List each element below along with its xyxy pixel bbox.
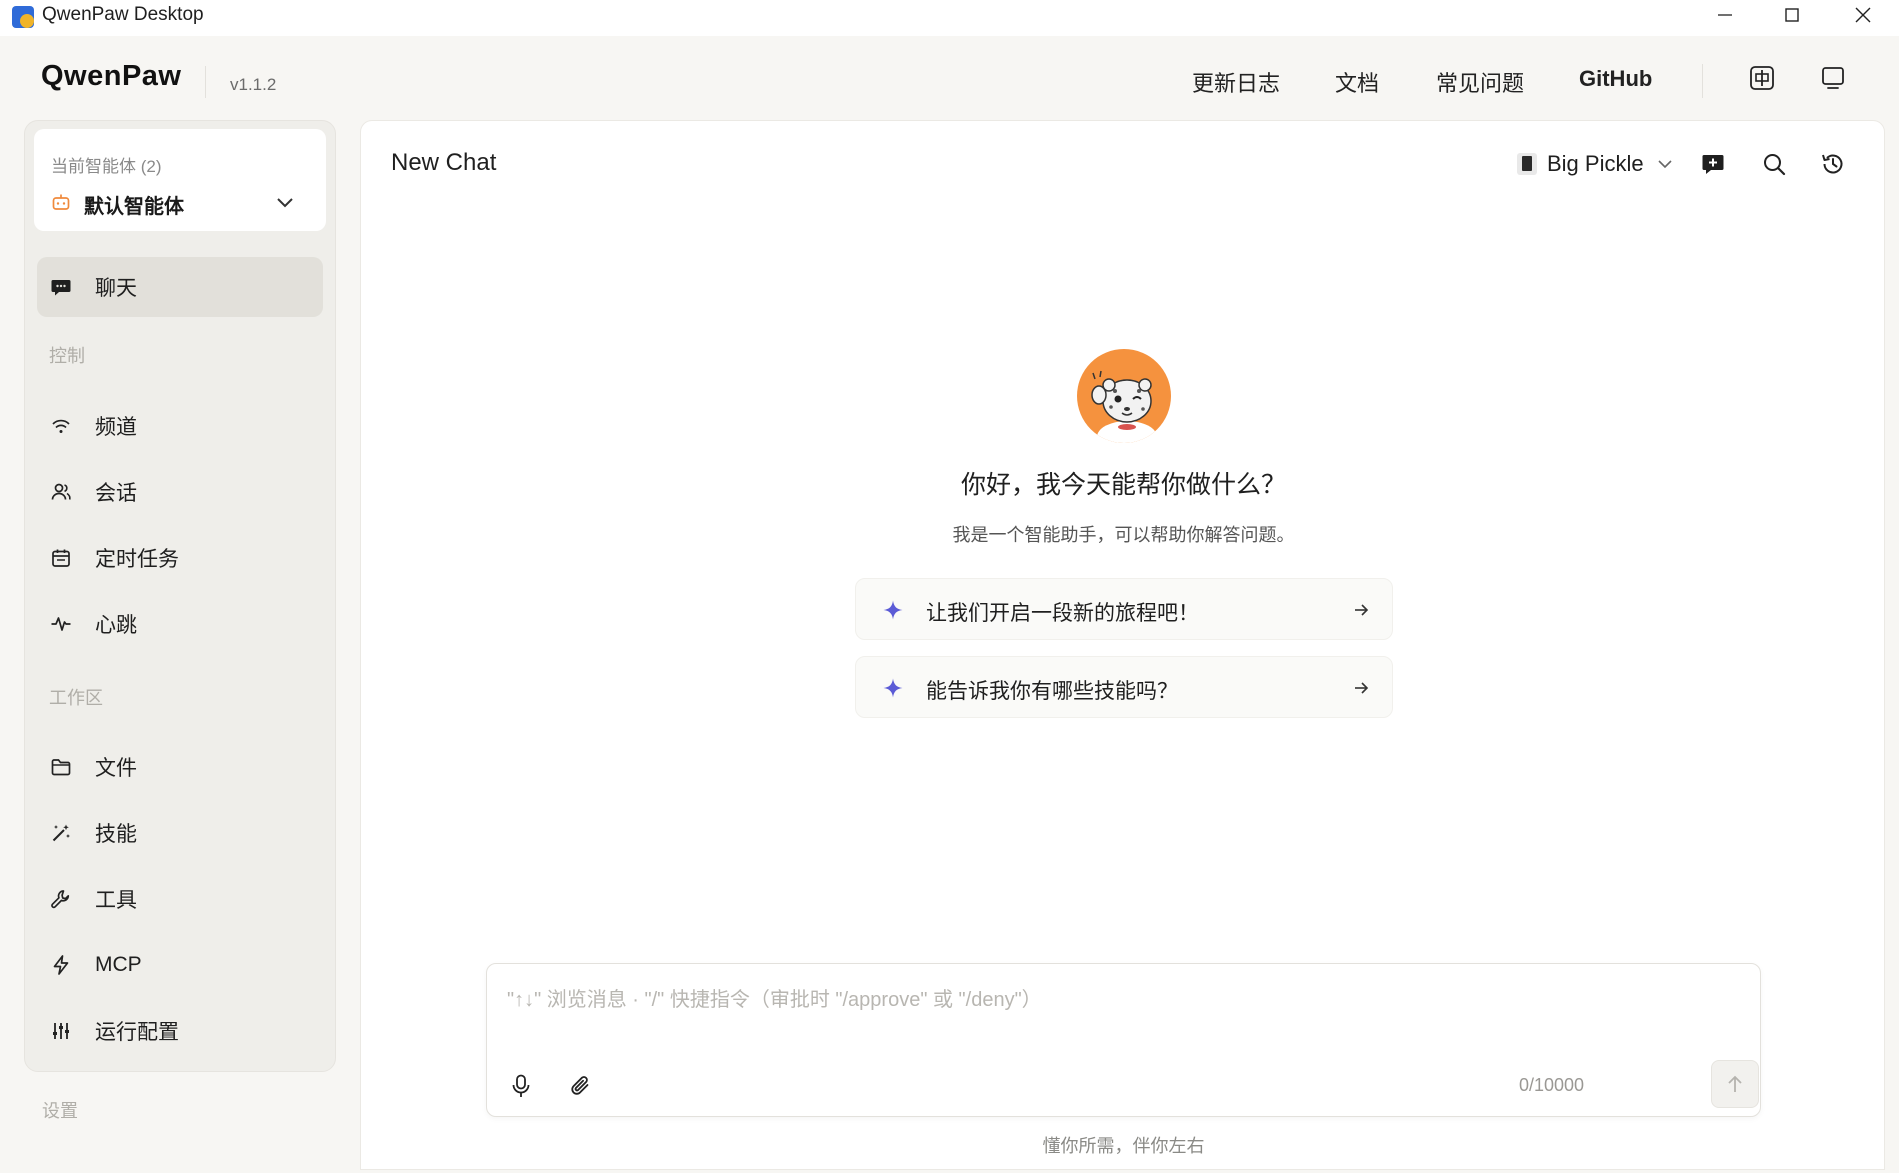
sidebar-item-label: 会话 (95, 482, 137, 505)
suggested-prompt-text: 让我们开启一段新的旅程吧！ (926, 602, 1199, 625)
welcome-greeting: 你好，我今天能帮你做什么？ (960, 471, 1286, 499)
sidebar-item-label: 定时任务 (95, 548, 179, 571)
snow-leopard-mascot-icon (1091, 370, 1157, 443)
sidebar-item-channels[interactable]: 频道 (37, 396, 323, 456)
sidebar-item-label: 工具 (95, 889, 137, 912)
nav-github-link[interactable]: GitHub (1579, 66, 1652, 92)
calendar-icon (50, 547, 72, 569)
section-label-control: 控制 (49, 346, 85, 366)
history-icon (1822, 154, 1843, 174)
assistant-avatar (1077, 349, 1171, 443)
sidebar-item-label: 聊天 (95, 277, 137, 300)
sidebar-item-label: 心跳 (95, 614, 137, 637)
lightning-icon (50, 954, 72, 976)
agent-caption: 当前智能体 (2) (51, 157, 162, 176)
close-button[interactable] (1828, 0, 1898, 30)
sidebar: 当前智能体 (2) 默认智能体 聊天 控制 频道 会话 定时任务 心跳 工作区 … (24, 120, 336, 1072)
header-divider (205, 66, 206, 98)
sidebar-item-label: 文件 (95, 757, 137, 780)
paperclip-icon (571, 1076, 589, 1095)
search-icon (1764, 154, 1786, 176)
language-icon (1750, 66, 1774, 90)
version-label: v1.1.2 (230, 75, 277, 94)
sidebar-item-scheduled-tasks[interactable]: 定时任务 (37, 528, 323, 588)
microphone-icon (512, 1074, 530, 1097)
send-button[interactable] (1711, 1060, 1759, 1108)
new-chat-button[interactable] (1698, 149, 1728, 179)
maximize-icon (1785, 8, 1799, 22)
section-label-workspace: 工作区 (49, 688, 103, 708)
message-input[interactable] (507, 982, 1737, 1018)
arrow-right-icon (1355, 604, 1369, 616)
model-selector[interactable]: Big Pickle (1517, 147, 1674, 181)
header-divider (1702, 64, 1703, 98)
robot-icon (52, 194, 70, 210)
sparkle-icon (883, 678, 903, 698)
maximize-button[interactable] (1757, 0, 1827, 30)
sidebar-item-files[interactable]: 文件 (37, 737, 323, 797)
arrow-up-icon (1728, 1075, 1742, 1092)
sidebar-item-heartbeat[interactable]: 心跳 (37, 594, 323, 654)
sidebar-item-label: 频道 (95, 416, 137, 439)
wrench-icon (50, 888, 72, 910)
section-label-settings[interactable]: 设置 (42, 1097, 78, 1123)
magic-wand-icon (50, 822, 72, 844)
sidebar-item-run-config[interactable]: 运行配置 (37, 1001, 323, 1061)
nav-changelog-link[interactable]: 更新日志 (1192, 66, 1280, 98)
model-name: Big Pickle (1547, 151, 1644, 176)
arrow-right-icon (1355, 682, 1369, 694)
sidebar-item-skills[interactable]: 技能 (37, 803, 323, 863)
app-logo-icon (12, 6, 34, 28)
sidebar-item-tools[interactable]: 工具 (37, 869, 323, 929)
search-button[interactable] (1759, 149, 1789, 179)
display-toggle-button[interactable] (1817, 62, 1849, 94)
suggested-prompt-text: 能告诉我你有哪些技能吗？ (926, 680, 1178, 703)
window-titlebar: QwenPaw Desktop (0, 0, 1899, 36)
users-icon (50, 481, 72, 503)
suggested-prompt-card[interactable]: 让我们开启一段新的旅程吧！ (855, 578, 1393, 640)
sparkle-icon (883, 600, 903, 620)
sidebar-item-label: MCP (95, 953, 142, 976)
footer-tagline: 懂你所需，伴你左右 (1042, 1136, 1205, 1156)
monitor-icon (1822, 67, 1844, 89)
language-toggle-button[interactable] (1746, 62, 1778, 94)
nav-docs-link[interactable]: 文档 (1335, 66, 1379, 98)
chevron-down-icon (1658, 160, 1672, 169)
sidebar-item-label: 运行配置 (95, 1021, 179, 1044)
chevron-down-icon[interactable] (274, 191, 296, 213)
chat-bubble-icon (50, 276, 72, 298)
brand-logo[interactable]: QwenPaw (41, 60, 182, 93)
sidebar-item-chat[interactable]: 聊天 (37, 257, 323, 317)
sidebar-item-label: 技能 (95, 823, 137, 846)
sidebar-item-mcp[interactable]: MCP (37, 935, 323, 995)
folder-icon (50, 756, 72, 778)
app-header: QwenPaw v1.1.2 更新日志 文档 常见问题 GitHub (0, 36, 1899, 120)
model-icon (1517, 153, 1537, 175)
agent-selector[interactable]: 当前智能体 (2) 默认智能体 (34, 129, 326, 231)
sidebar-item-sessions[interactable]: 会话 (37, 462, 323, 522)
voice-input-button[interactable] (507, 1072, 535, 1100)
attach-file-button[interactable] (567, 1072, 595, 1100)
welcome-subtitle: 我是一个智能助手，可以帮助你解答问题。 (952, 525, 1295, 545)
close-icon (1855, 7, 1871, 23)
window-title: QwenPaw Desktop (42, 4, 204, 25)
agent-name: 默认智能体 (84, 196, 184, 218)
suggested-prompt-card[interactable]: 能告诉我你有哪些技能吗？ (855, 656, 1393, 718)
wifi-icon (50, 415, 72, 437)
chat-panel: New Chat Big Pickle 你好，我今天能帮你做什么？ 我是一个智能… (360, 120, 1885, 1170)
nav-faq-link[interactable]: 常见问题 (1436, 66, 1524, 98)
minimize-icon (1718, 14, 1732, 16)
sliders-icon (50, 1020, 72, 1042)
pulse-icon (50, 613, 72, 635)
message-composer: 0/10000 (486, 963, 1761, 1117)
minimize-button[interactable] (1690, 0, 1760, 30)
character-counter: 0/10000 (1519, 1075, 1585, 1095)
history-button[interactable] (1818, 149, 1848, 179)
new-chat-icon (1702, 155, 1724, 174)
chat-title: New Chat (391, 149, 497, 176)
